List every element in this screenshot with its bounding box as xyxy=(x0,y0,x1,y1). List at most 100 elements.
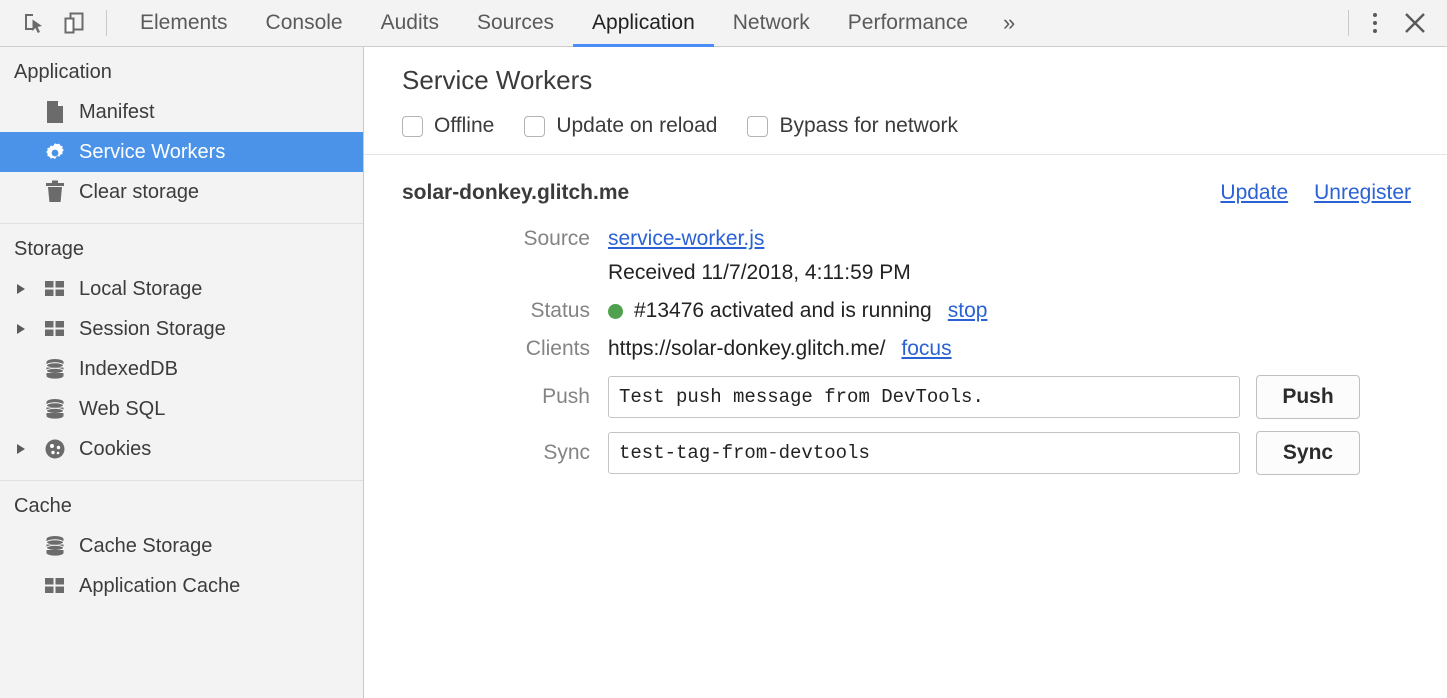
checkbox-bypass-for-network[interactable]: Bypass for network xyxy=(747,114,958,138)
row-value: service-worker.js xyxy=(608,227,764,251)
chevron-right-icon[interactable] xyxy=(14,284,39,294)
registration-origin: solar-donkey.glitch.me xyxy=(402,181,629,205)
checkbox-label: Offline xyxy=(434,114,494,138)
chevron-right-icon[interactable] xyxy=(14,444,39,454)
tab-audits[interactable]: Audits xyxy=(362,0,458,47)
checkbox-update-on-reload[interactable]: Update on reload xyxy=(524,114,717,138)
checkbox-box[interactable] xyxy=(524,116,545,137)
tab-performance[interactable]: Performance xyxy=(829,0,987,47)
sidebar-item-label: Web SQL xyxy=(79,398,165,421)
kebab-dot xyxy=(1373,13,1377,17)
sidebar-item-cache-storage[interactable]: Cache Storage xyxy=(0,526,363,566)
row-sync: Sync Sync xyxy=(402,431,1411,475)
sidebar-item-label: Local Storage xyxy=(79,278,202,301)
kebab-dot xyxy=(1373,21,1377,25)
sidebar-item-service-workers[interactable]: Service Workers xyxy=(0,132,363,172)
sidebar-item-application-cache[interactable]: Application Cache xyxy=(0,566,363,606)
row-value: Push xyxy=(608,375,1360,419)
more-tabs-icon[interactable]: » xyxy=(987,0,1031,47)
checkbox-box[interactable] xyxy=(402,116,423,137)
tab-label: Console xyxy=(266,11,343,35)
tab-label: Audits xyxy=(381,11,439,35)
service-workers-panel: Service Workers Offline Update on reload… xyxy=(364,47,1447,698)
sidebar-section-title: Cache xyxy=(0,481,363,526)
row-value: https://solar-donkey.glitch.me/ focus xyxy=(608,337,952,361)
application-sidebar: Application Manifest xyxy=(0,47,364,698)
service-workers-header: Service Workers Offline Update on reload… xyxy=(364,47,1447,155)
source-file-link[interactable]: service-worker.js xyxy=(608,227,764,251)
unregister-link[interactable]: Unregister xyxy=(1314,181,1411,205)
row-status: Status #13476 activated and is running s… xyxy=(402,299,1411,323)
toolbar-right-controls xyxy=(1326,4,1437,42)
sidebar-item-clear-storage[interactable]: Clear storage xyxy=(0,172,363,212)
sidebar-section-title: Application xyxy=(0,47,363,92)
registration-header: solar-donkey.glitch.me Update Unregister xyxy=(402,181,1411,205)
tab-elements[interactable]: Elements xyxy=(121,0,247,47)
tab-label: Sources xyxy=(477,11,554,35)
registration-actions: Update Unregister xyxy=(1220,181,1411,205)
stop-link[interactable]: stop xyxy=(948,299,988,323)
tab-console[interactable]: Console xyxy=(247,0,362,47)
sync-button[interactable]: Sync xyxy=(1256,431,1360,475)
page-title: Service Workers xyxy=(402,65,1447,96)
checkbox-label: Update on reload xyxy=(556,114,717,138)
kebab-dot xyxy=(1373,29,1377,33)
tab-network[interactable]: Network xyxy=(714,0,829,47)
sidebar-item-indexeddb[interactable]: IndexedDB xyxy=(0,349,363,389)
sidebar-section-cache: Cache Cache Stor xyxy=(0,481,363,617)
sidebar-item-web-sql[interactable]: Web SQL xyxy=(0,389,363,429)
row-label: Status xyxy=(402,299,608,323)
received-text: Received 11/7/2018, 4:11:59 PM xyxy=(608,261,911,285)
sidebar-item-cookies[interactable]: Cookies xyxy=(0,429,363,469)
table-icon xyxy=(39,319,71,339)
database-icon xyxy=(39,535,71,557)
sidebar-item-manifest[interactable]: Manifest xyxy=(0,92,363,132)
row-clients: Clients https://solar-donkey.glitch.me/ … xyxy=(402,337,1411,361)
sidebar-item-label: Service Workers xyxy=(79,141,225,164)
devtools-toolbar: Elements Console Audits Sources Applicat… xyxy=(0,0,1447,47)
toolbar-divider-right xyxy=(1348,10,1349,36)
trash-icon xyxy=(39,180,71,204)
toolbar-divider xyxy=(106,10,107,36)
focus-link[interactable]: focus xyxy=(901,337,951,361)
tab-label: Elements xyxy=(140,11,228,35)
sidebar-section-storage: Storage Local Storage xyxy=(0,224,363,481)
sidebar-item-label: Session Storage xyxy=(79,318,226,341)
registration-details: Source service-worker.js Received 11/7/2… xyxy=(402,227,1411,475)
status-indicator-icon xyxy=(608,304,623,319)
row-label: Source xyxy=(402,227,608,251)
sidebar-item-label: Cache Storage xyxy=(79,535,212,558)
row-push: Push Push xyxy=(402,375,1411,419)
checkbox-box[interactable] xyxy=(747,116,768,137)
close-icon[interactable] xyxy=(1393,4,1437,42)
sidebar-item-session-storage[interactable]: Session Storage xyxy=(0,309,363,349)
tab-sources[interactable]: Sources xyxy=(458,0,573,47)
checkbox-offline[interactable]: Offline xyxy=(402,114,494,138)
chevron-right-icon[interactable] xyxy=(14,324,39,334)
kebab-menu-icon[interactable] xyxy=(1357,4,1393,42)
sidebar-section-application: Application Manifest xyxy=(0,47,363,224)
sidebar-item-label: IndexedDB xyxy=(79,358,178,381)
sync-tag-input[interactable] xyxy=(608,432,1240,474)
push-message-input[interactable] xyxy=(608,376,1240,418)
cookie-icon xyxy=(39,438,71,460)
tab-label: Network xyxy=(733,11,810,35)
sidebar-item-label: Cookies xyxy=(79,438,151,461)
gear-icon xyxy=(39,140,71,164)
push-button[interactable]: Push xyxy=(1256,375,1360,419)
sidebar-item-label: Clear storage xyxy=(79,181,199,204)
sidebar-item-local-storage[interactable]: Local Storage xyxy=(0,269,363,309)
tab-label: Application xyxy=(592,11,695,35)
devtools-body: Application Manifest xyxy=(0,47,1447,698)
update-link[interactable]: Update xyxy=(1220,181,1288,205)
checkbox-label: Bypass for network xyxy=(779,114,958,138)
device-toolbar-icon[interactable] xyxy=(54,4,94,42)
inspect-element-icon[interactable] xyxy=(14,4,54,42)
database-icon xyxy=(39,398,71,420)
row-label: Push xyxy=(402,385,608,409)
panel-tabs: Elements Console Audits Sources Applicat… xyxy=(121,0,1326,47)
tab-application[interactable]: Application xyxy=(573,0,714,47)
status-text: #13476 activated and is running xyxy=(634,299,932,323)
database-icon xyxy=(39,358,71,380)
row-received: Received 11/7/2018, 4:11:59 PM xyxy=(402,261,1411,285)
